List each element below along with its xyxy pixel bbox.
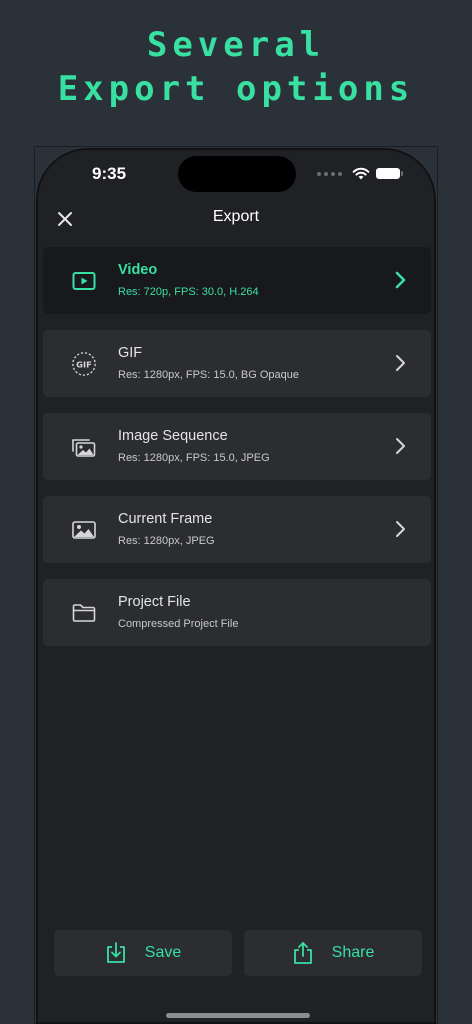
signal-icon [317, 171, 342, 176]
home-indicator[interactable] [166, 1013, 310, 1018]
export-options-list: Video Res: 720p, FPS: 30.0, H.264 GIF GI… [43, 247, 433, 662]
download-icon [106, 942, 125, 963]
option-subtitle: Res: 1280px, JPEG [118, 535, 215, 547]
status-icons [317, 167, 403, 180]
export-option-image-sequence[interactable]: Image Sequence Res: 1280px, FPS: 15.0, J… [43, 413, 431, 480]
promo-line-2: Export options [57, 68, 415, 109]
option-subtitle: Res: 1280px, FPS: 15.0, JPEG [118, 452, 270, 464]
option-subtitle: Res: 720p, FPS: 30.0, H.264 [118, 286, 259, 298]
option-title: Current Frame [118, 511, 213, 527]
page: Several Export options 9:35 Export Video… [0, 0, 472, 1024]
nav-bar: Export [38, 202, 434, 238]
video-icon [71, 268, 97, 294]
chevron-right-icon [395, 271, 406, 289]
battery-icon [376, 168, 403, 179]
promo-headline: Several Export options [0, 24, 472, 111]
option-title: GIF [118, 345, 143, 361]
promo-line-1: Several [146, 25, 326, 65]
export-option-project-file[interactable]: Project File Compressed Project File [43, 579, 431, 646]
page-title: Export [212, 208, 260, 225]
option-subtitle: Compressed Project File [118, 618, 239, 630]
image-icon [71, 517, 97, 543]
chevron-right-icon [396, 355, 405, 371]
share-label: Share [331, 944, 375, 961]
export-option-current-frame[interactable]: Current Frame Res: 1280px, JPEG [43, 496, 431, 563]
chevron-right-icon [396, 521, 405, 537]
option-title: Video [118, 262, 158, 278]
save-label: Save [144, 944, 182, 961]
dynamic-island [178, 156, 296, 192]
phone-screen: 9:35 Export Video Res: 720p, FPS: 30.0, … [36, 148, 436, 1024]
bottom-action-bar: Save Share [54, 930, 422, 976]
svg-text:GIF: GIF [76, 359, 92, 369]
export-option-video[interactable]: Video Res: 720p, FPS: 30.0, H.264 [43, 247, 431, 314]
wifi-icon [352, 167, 370, 180]
image-sequence-icon [71, 434, 97, 460]
status-time: 9:35 [92, 164, 127, 183]
chevron-right-icon [396, 438, 405, 454]
option-title: Project File [118, 594, 191, 610]
share-button[interactable]: Share [244, 930, 422, 976]
share-icon [293, 942, 312, 964]
option-subtitle: Res: 1280px, FPS: 15.0, BG Opaque [118, 369, 299, 381]
folder-icon [71, 600, 97, 626]
export-option-gif[interactable]: GIF GIF Res: 1280px, FPS: 15.0, BG Opaqu… [43, 330, 431, 397]
option-title: Image Sequence [118, 428, 228, 444]
status-bar: 9:35 [38, 150, 434, 202]
save-button[interactable]: Save [54, 930, 232, 976]
gif-icon: GIF [71, 351, 97, 377]
